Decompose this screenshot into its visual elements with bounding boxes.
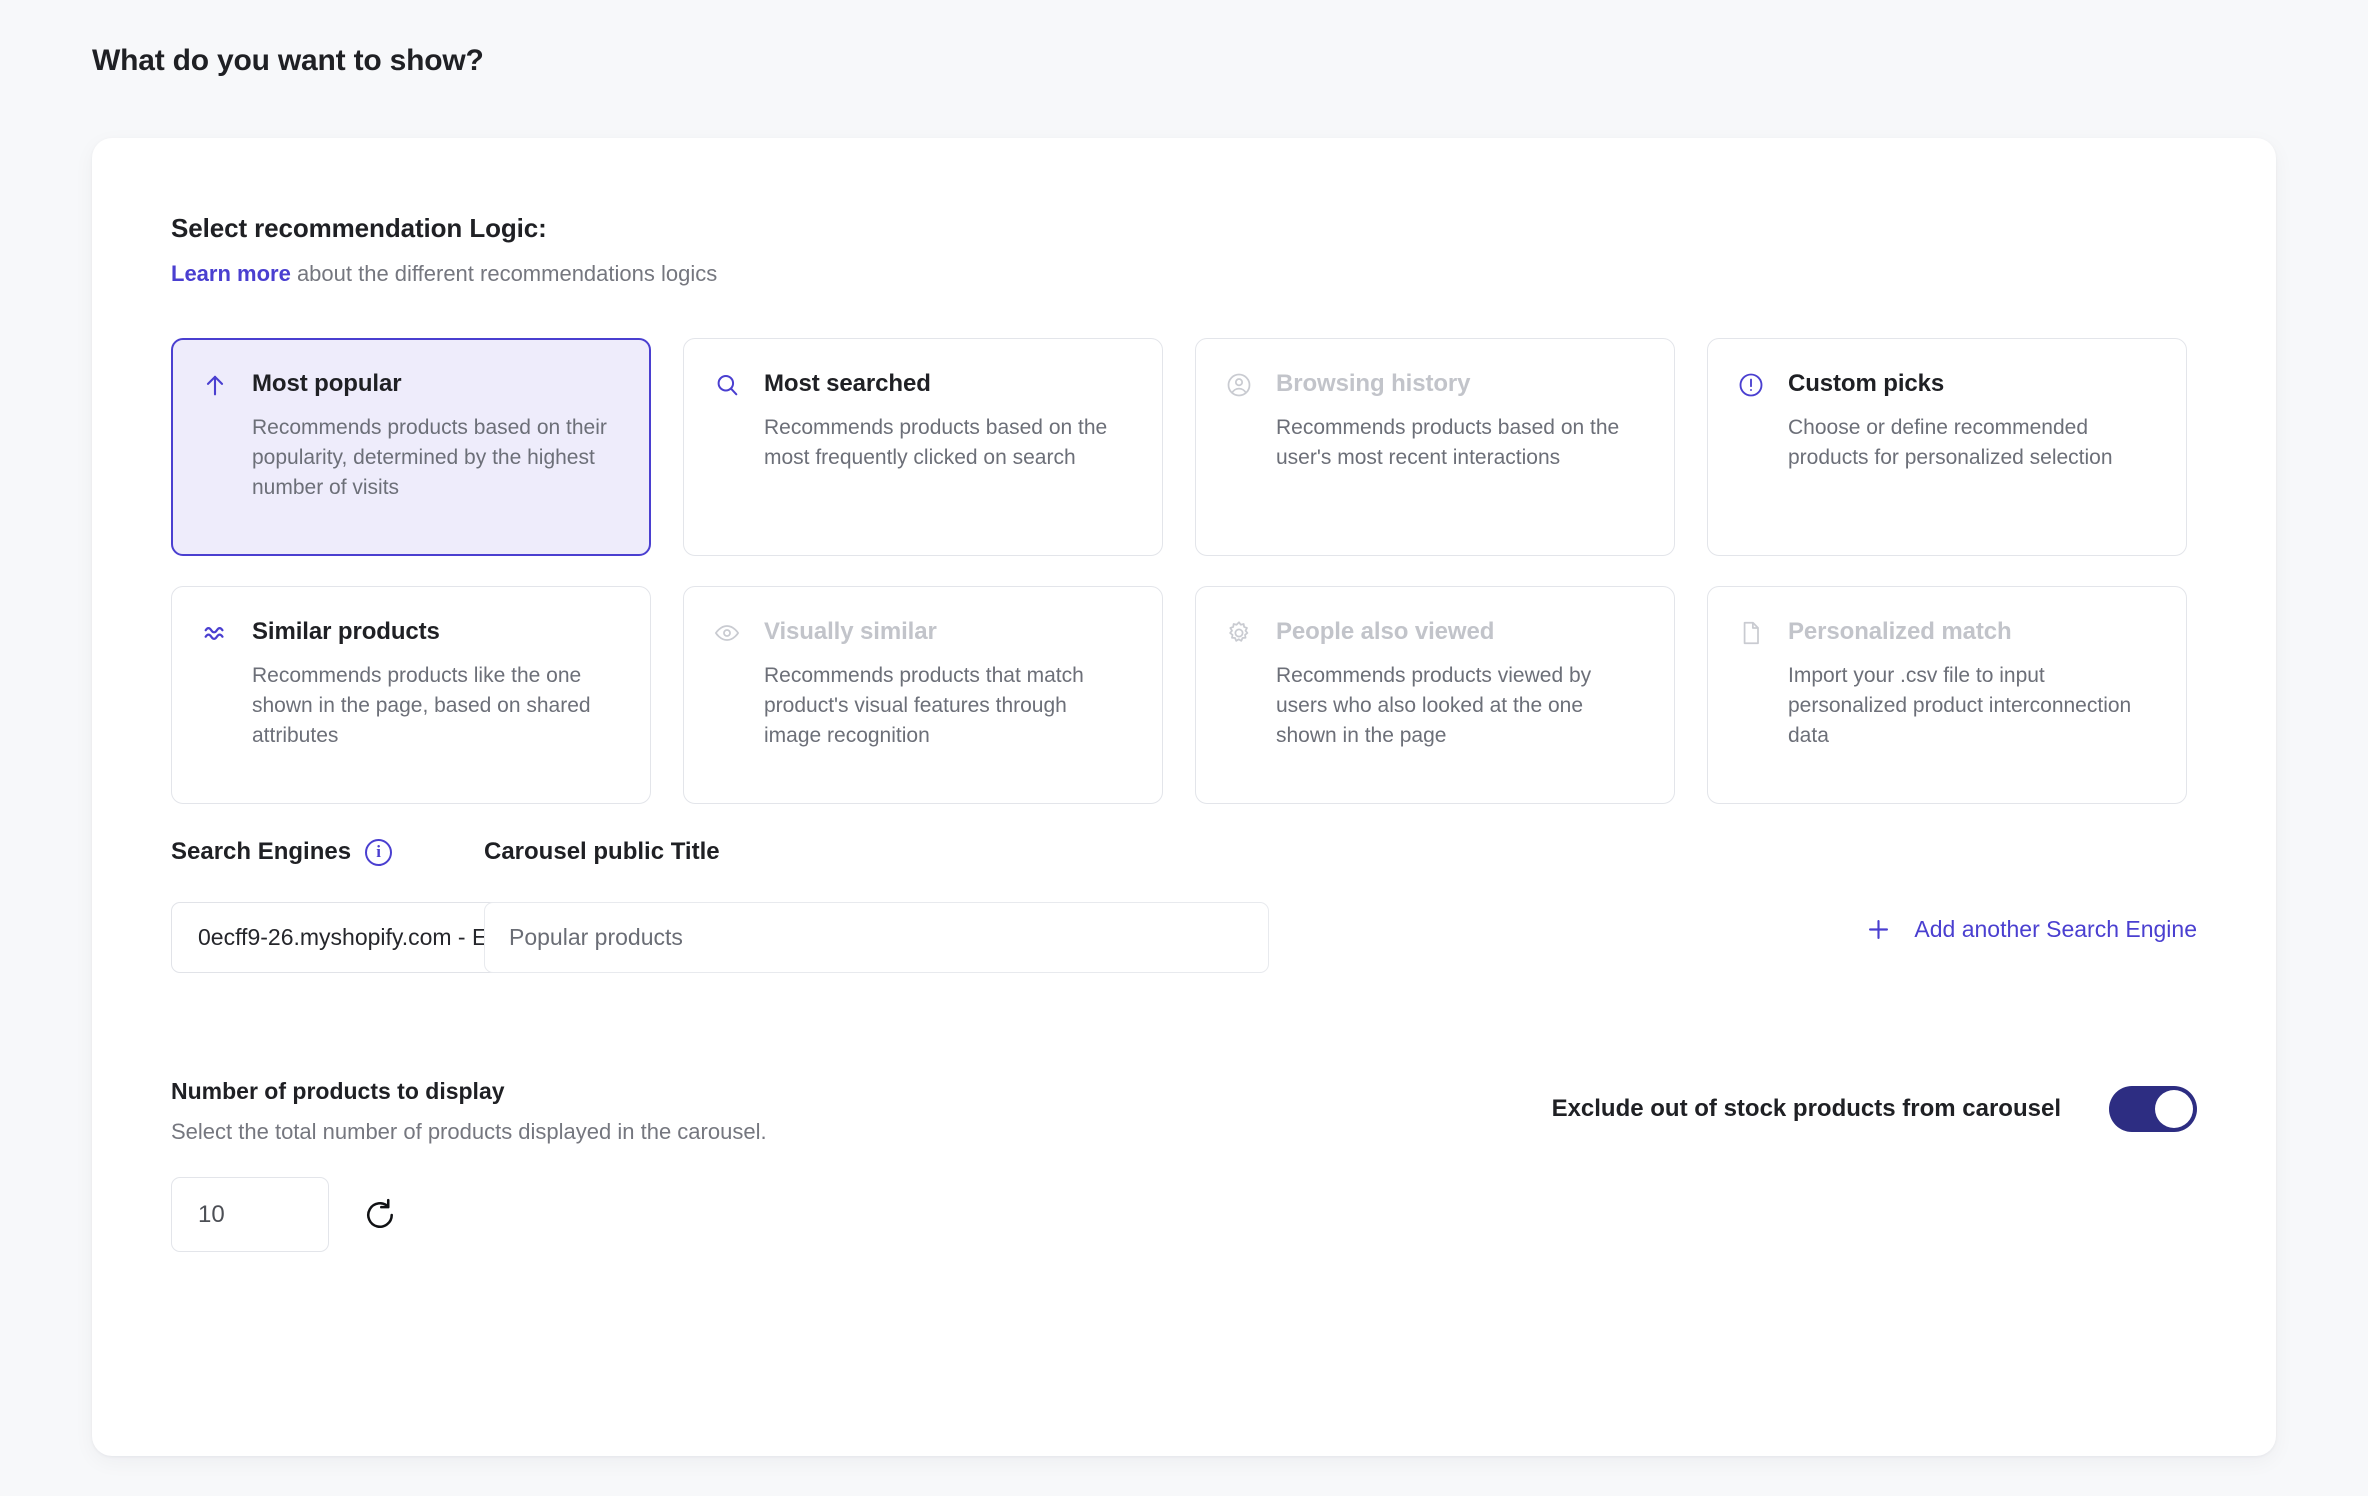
- page-root: What do you want to show? Select recomme…: [0, 0, 2368, 1496]
- settings-panel: Select recommendation Logic: Learn more …: [92, 138, 2276, 1456]
- learn-more-link[interactable]: Learn more: [171, 261, 291, 286]
- search-engines-label-group: Search Engines i: [171, 838, 393, 866]
- card-description: Choose or define recommended products fo…: [1788, 416, 2113, 469]
- card-description: Recommends products that match product's…: [764, 664, 1084, 747]
- exclude-out-of-stock-group: Exclude out of stock products from carou…: [1552, 1086, 2197, 1132]
- logic-card-most-searched[interactable]: Most searched Recommends products based …: [683, 338, 1163, 556]
- card-description: Recommends products viewed by users who …: [1276, 664, 1592, 747]
- card-description: Recommends products like the one shown i…: [252, 664, 591, 747]
- card-header: Most popular: [200, 369, 616, 400]
- card-title: Custom picks: [1788, 370, 1945, 397]
- card-title: Browsing history: [1276, 370, 1471, 397]
- logic-card-people-also-viewed: People also viewed Recommends products v…: [1195, 586, 1675, 804]
- card-title: Personalized match: [1788, 618, 2012, 645]
- carousel-title-input[interactable]: [484, 902, 1269, 973]
- gear-icon: [1224, 618, 1254, 648]
- logic-section-header: Select recommendation Logic: Learn more …: [171, 213, 717, 288]
- add-another-search-engine-label: Add another Search Engine: [1914, 916, 2197, 942]
- toggle-knob: [2155, 1090, 2193, 1128]
- approximately-equal-icon: [200, 618, 230, 648]
- file-icon: [1736, 618, 1766, 648]
- logic-section-title: Select recommendation Logic:: [171, 213, 547, 243]
- card-title: Most popular: [252, 370, 402, 397]
- search-engines-label: Search Engines: [171, 838, 352, 865]
- logic-card-visually-similar: Visually similar Recommends products tha…: [683, 586, 1163, 804]
- products-count-controls: [171, 1177, 2197, 1252]
- logic-card-most-popular[interactable]: Most popular Recommends products based o…: [171, 338, 651, 556]
- bottom-settings-row: Number of products to display Select the…: [171, 1078, 2197, 1252]
- exclamation-circle-icon: [1736, 370, 1766, 400]
- card-header: Personalized match: [1736, 617, 2152, 648]
- plus-icon: [1865, 916, 1892, 943]
- recommendation-logic-grid: Most popular Recommends products based o…: [171, 338, 2197, 804]
- user-circle-icon: [1224, 370, 1254, 400]
- search-icon: [712, 370, 742, 400]
- carousel-title-label: Carousel public Title: [484, 838, 720, 865]
- logic-card-personalized-match: Personalized match Import your .csv file…: [1707, 586, 2187, 804]
- logic-card-browsing-history: Browsing history Recommends products bas…: [1195, 338, 1675, 556]
- card-header: Most searched: [712, 369, 1128, 400]
- card-description: Import your .csv file to input personali…: [1788, 664, 2132, 747]
- card-title: Visually similar: [764, 618, 937, 645]
- logic-card-similar-products[interactable]: Similar products Recommends products lik…: [171, 586, 651, 804]
- add-another-search-engine-button[interactable]: Add another Search Engine: [1865, 916, 2197, 943]
- card-description: Recommends products based on the user's …: [1276, 416, 1620, 469]
- logic-section-subtitle: Learn more about the different recommend…: [171, 260, 717, 288]
- card-description: Recommends products based on the most fr…: [764, 416, 1108, 469]
- card-header: People also viewed: [1224, 617, 1640, 648]
- arrow-up-icon: [200, 370, 230, 400]
- info-icon[interactable]: i: [365, 838, 393, 866]
- page-title: What do you want to show?: [92, 44, 484, 77]
- card-header: Browsing history: [1224, 369, 1640, 400]
- card-header: Similar products: [200, 617, 616, 648]
- card-title: Most searched: [764, 370, 931, 397]
- exclude-out-of-stock-toggle[interactable]: [2109, 1086, 2197, 1132]
- logic-subtitle-rest: about the different recommendations logi…: [290, 261, 718, 286]
- card-header: Visually similar: [712, 617, 1128, 648]
- eye-icon: [712, 618, 742, 648]
- products-count-input[interactable]: [171, 1177, 329, 1252]
- card-title: People also viewed: [1276, 618, 1495, 645]
- card-title: Similar products: [252, 618, 440, 645]
- card-header: Custom picks: [1736, 369, 2152, 400]
- refresh-icon[interactable]: [359, 1194, 401, 1236]
- exclude-out-of-stock-label: Exclude out of stock products from carou…: [1551, 1095, 2061, 1122]
- card-description: Recommends products based on their popul…: [252, 416, 607, 499]
- logic-card-custom-picks[interactable]: Custom picks Choose or define recommende…: [1707, 338, 2187, 556]
